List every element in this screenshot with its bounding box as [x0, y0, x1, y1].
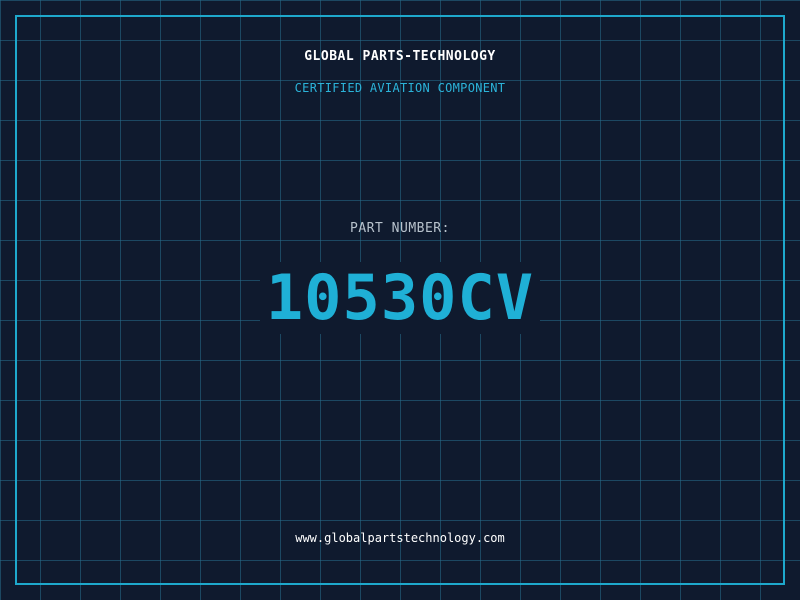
certification-subtitle: CERTIFIED AVIATION COMPONENT	[294, 81, 506, 95]
grid-background: GLOBAL PARTS-TECHNOLOGY CERTIFIED AVIATI…	[0, 0, 800, 600]
part-number-value: 10530CV	[259, 262, 541, 334]
part-number-label: PART NUMBER:	[350, 221, 450, 236]
website-url: www.globalpartstechnology.com	[295, 531, 505, 545]
company-name: GLOBAL PARTS-TECHNOLOGY	[304, 49, 496, 64]
part-number-container: 10530CV	[0, 262, 800, 334]
